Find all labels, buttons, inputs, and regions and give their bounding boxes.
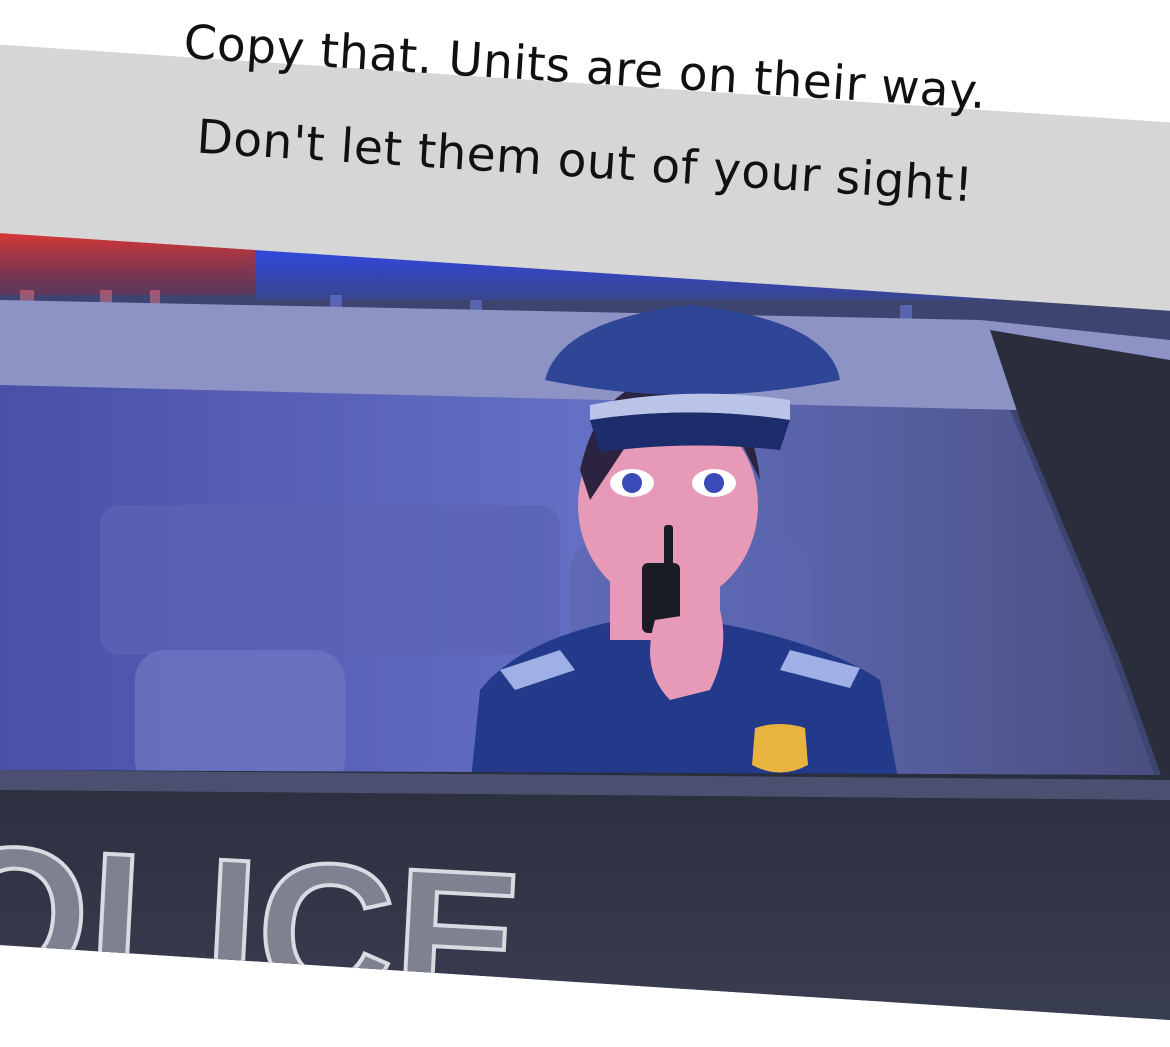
badge-icon — [752, 724, 808, 773]
rear-seat — [100, 505, 560, 655]
hood-lettering: OLICE — [0, 805, 527, 1047]
front-seat-left — [135, 650, 345, 790]
